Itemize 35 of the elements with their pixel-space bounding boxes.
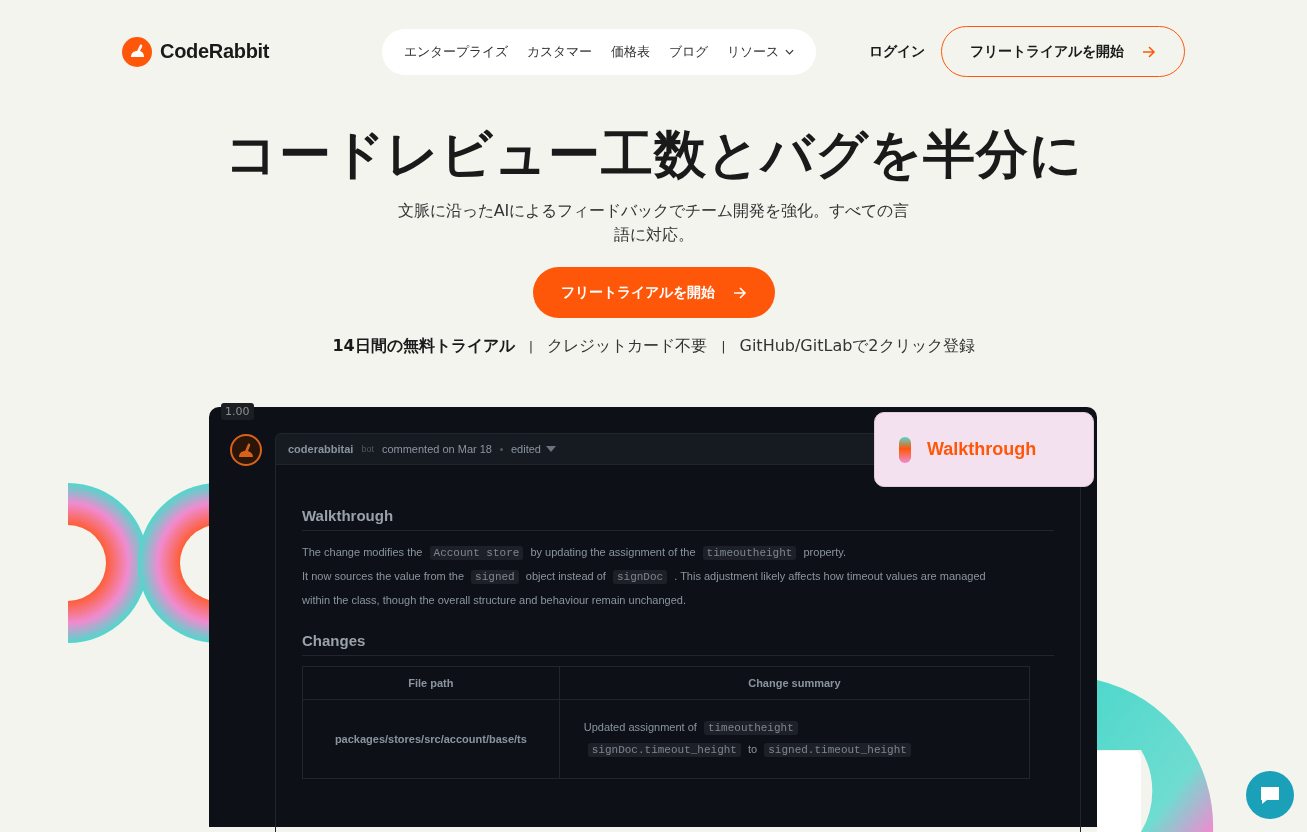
- comment-author[interactable]: coderabbitai: [288, 443, 354, 455]
- nav-link[interactable]: 価格表: [611, 42, 651, 61]
- dot-icon: [500, 447, 503, 451]
- nav-link[interactable]: カスタマー: [527, 42, 593, 61]
- chat-button[interactable]: [1246, 771, 1294, 819]
- gradient-pill-icon: [899, 436, 911, 463]
- feature-text: GitHub/GitLabで2クリック登録: [739, 336, 975, 357]
- table-cell: packages/stores/src/account/base/ts: [302, 699, 560, 779]
- nav-link[interactable]: リソース: [727, 42, 795, 61]
- zoom-label: 1.00: [221, 403, 254, 420]
- separator: |: [528, 339, 534, 354]
- brand-name[interactable]: CodeRabbit: [160, 40, 270, 63]
- walkthrough-label: Walkthrough: [927, 439, 1037, 460]
- hero-subtitle: 文脈に沿ったAIによるフィードバックでチーム開発を強化。すべての言語に対応。: [396, 200, 911, 246]
- section-heading: Changes: [302, 632, 1054, 656]
- separator: |: [721, 339, 726, 354]
- caret-icon: [545, 446, 556, 452]
- login-link[interactable]: ログイン: [869, 42, 925, 61]
- comment-date: commented on Mar 18: [381, 443, 492, 455]
- hero-title: コードレビュー工数とバグを半分に: [224, 123, 1083, 186]
- chevron-down-icon: [785, 48, 795, 55]
- description-text: The change modifies the Account store by updating the assignment of the timeoutheight property.: [302, 545, 848, 562]
- section-heading: Walkthrough: [302, 507, 1054, 531]
- feature-text: 14日間の無料トライアル: [332, 336, 515, 357]
- description-text: It now sources the value from the signed object instead of signDoc . This adjustment likely affects how timeout values are managed within the class, though the overall structure and behaviour remain unchanged.: [302, 569, 987, 608]
- edited-dropdown[interactable]: edited: [511, 443, 556, 455]
- feature-text: クレジットカード不要: [547, 336, 708, 357]
- bot-label: bot: [361, 444, 374, 454]
- column-header: File path: [302, 666, 560, 700]
- arrow-right-icon: [1142, 45, 1156, 58]
- table-cell: Updated assignment of timeoutheight signDoc.timeout_height to signed.timeout_height: [559, 699, 1030, 779]
- arrow-right-icon: [732, 286, 747, 299]
- column-header: Change summary: [559, 666, 1030, 700]
- nav-link[interactable]: エンタープライズ: [404, 42, 509, 61]
- nav-link[interactable]: ブログ: [669, 42, 709, 61]
